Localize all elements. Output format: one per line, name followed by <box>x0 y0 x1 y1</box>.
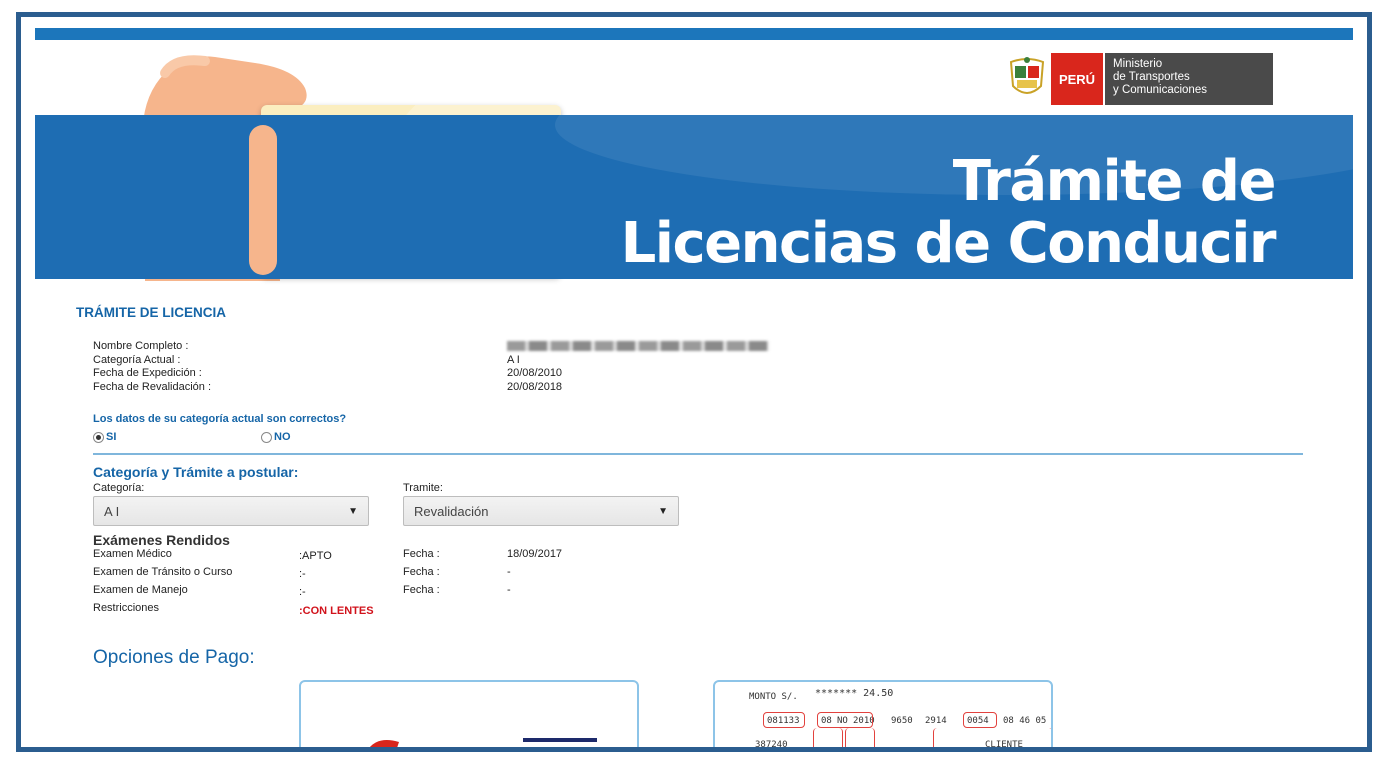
radio-no-button[interactable] <box>261 431 272 443</box>
payment-option-bank[interactable] <box>299 680 639 747</box>
ministry-line1: Ministerio <box>1113 58 1163 70</box>
restricciones-value: :CON LENTES <box>299 605 374 617</box>
label-revalidacion: Fecha de Revalidación : <box>93 380 212 393</box>
receipt-highlight <box>763 712 805 728</box>
receipt-highlight <box>813 728 843 747</box>
license-info-values: A I 20/08/2010 20/08/2018 <box>507 340 769 394</box>
categoria-select[interactable]: A I ▼ <box>93 496 369 526</box>
receipt-code-6: 2914 <box>925 716 947 726</box>
exam-value-manejo: :- <box>299 586 306 598</box>
radio-si-button[interactable] <box>93 431 104 443</box>
ministry-logo: PERÚ Ministerio de Transportes y Comunic… <box>1007 53 1273 105</box>
exam-fecha-transito: - <box>507 566 511 578</box>
license-info-labels: Nombre Completo : Categoría Actual : Fec… <box>93 340 211 394</box>
radio-no[interactable]: NO <box>261 431 291 443</box>
section-divider <box>93 453 1303 455</box>
header-banner: Trámite de Licencias de Conducir <box>35 115 1353 279</box>
exam-fecha-medico: 18/09/2017 <box>507 548 563 560</box>
label-nombre: Nombre Completo : <box>93 340 189 352</box>
banner-title: Trámite de Licencias de Conducir <box>620 149 1277 276</box>
exam-value-medico: :APTO <box>299 550 332 562</box>
value-categoria: A I <box>507 353 520 366</box>
tramite-select[interactable]: Revalidación ▼ <box>403 496 679 526</box>
confirm-question: Los datos de su categoría actual son cor… <box>93 413 347 425</box>
tramite-select-value: Revalidación <box>414 503 489 519</box>
exam-fecha-manejo: - <box>507 584 511 596</box>
exam-label-manejo: Examen de Manejo <box>93 584 188 596</box>
exam-fecha-label-medico: Fecha : <box>403 548 440 560</box>
bank-logo-bar <box>523 738 597 742</box>
receipt-line2: 387240 <box>755 740 788 750</box>
receipt-monto-value: ******* 24.50 <box>815 688 894 699</box>
banner-title-line1: Trámite de <box>952 149 1277 214</box>
payment-title: Opciones de Pago: <box>93 647 255 668</box>
payment-option-receipt[interactable]: MONTO S/. ******* 24.50 081133 08 NO 201… <box>713 680 1053 750</box>
exams-title: Exámenes Rendidos <box>93 532 230 548</box>
receipt-code-8: 08 46 05 <box>1003 716 1047 726</box>
peru-crest-icon <box>1009 57 1045 94</box>
chevron-down-icon: ▼ <box>348 505 358 517</box>
receipt-highlight <box>845 728 875 747</box>
exam-label-medico: Examen Médico <box>93 548 172 560</box>
restricciones-label: Restricciones <box>93 602 160 614</box>
categoria-select-value: A I <box>104 503 120 519</box>
value-revalidacion: 20/08/2018 <box>507 380 563 393</box>
receipt-code-5: 9650 <box>891 716 913 726</box>
exam-label-transito: Examen de Tránsito o Curso <box>93 566 233 578</box>
banner-title-line2: Licencias de Conducir <box>620 211 1277 276</box>
postular-title: Categoría y Trámite a postular: <box>93 464 299 480</box>
categoria-label: Categoría: <box>93 482 145 494</box>
exam-value-transito: :- <box>299 568 306 580</box>
ministry-line3: y Comunicaciones <box>1113 84 1207 96</box>
section-title: TRÁMITE DE LICENCIA <box>76 305 226 320</box>
top-blue-strip <box>35 28 1353 40</box>
receipt-monto-label: MONTO S/. <box>749 692 798 702</box>
ministry-line2: de Transportes <box>1113 71 1190 83</box>
receipt-highlight <box>963 712 997 728</box>
receipt-highlight <box>817 712 873 728</box>
peru-label: PERÚ <box>1051 53 1103 105</box>
exam-fecha-label-manejo: Fecha : <box>403 584 440 596</box>
bank-logo-icon <box>369 740 399 747</box>
radio-si[interactable]: SI <box>93 431 116 443</box>
chevron-down-icon: ▼ <box>658 505 668 517</box>
value-expedicion: 20/08/2010 <box>507 367 563 379</box>
label-categoria: Categoría Actual : <box>93 353 181 366</box>
page-frame: Trámite de Licencias de Conducir PERÚ Mi… <box>16 12 1372 752</box>
radio-si-label: SI <box>106 431 117 443</box>
thumb-illustration <box>249 125 277 275</box>
tramite-label: Tramite: <box>403 482 443 494</box>
blurred-full-name <box>507 341 769 352</box>
receipt-highlight <box>933 728 1051 747</box>
exam-fecha-label-transito: Fecha : <box>403 566 440 578</box>
ministry-name: Ministerio de Transportes y Comunicacion… <box>1103 53 1273 105</box>
label-expedicion: Fecha de Expedición : <box>93 367 202 379</box>
radio-no-label: NO <box>274 431 291 443</box>
